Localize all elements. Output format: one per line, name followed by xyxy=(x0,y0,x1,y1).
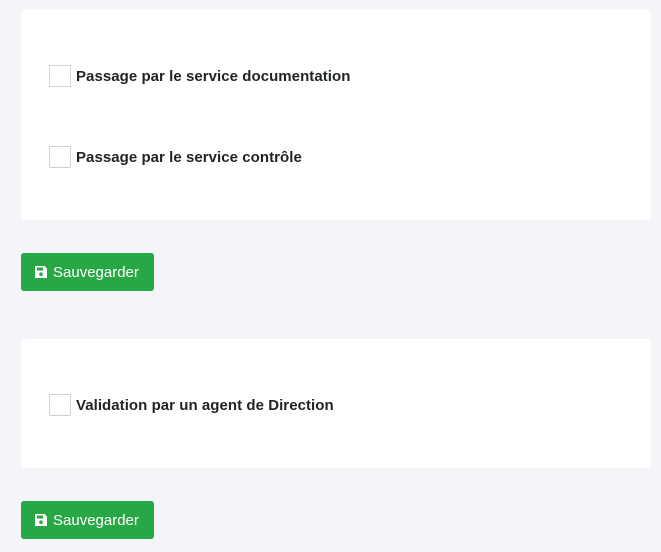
save-button-services[interactable]: Sauvegarder xyxy=(21,253,154,291)
checkbox-documentation[interactable] xyxy=(49,65,71,87)
checkbox-label-direction: Validation par un agent de Direction xyxy=(76,396,334,414)
floppy-disk-icon xyxy=(35,514,47,526)
checkbox-row-direction[interactable]: Validation par un agent de Direction xyxy=(49,394,334,416)
checkbox-row-controle[interactable]: Passage par le service contrôle xyxy=(49,146,302,168)
checkbox-direction[interactable] xyxy=(49,394,71,416)
checkbox-label-documentation: Passage par le service documentation xyxy=(76,67,351,85)
checkbox-row-documentation[interactable]: Passage par le service documentation xyxy=(49,65,350,87)
floppy-disk-icon xyxy=(35,266,47,278)
save-button-label: Sauvegarder xyxy=(53,263,139,281)
checkbox-controle[interactable] xyxy=(49,146,71,168)
save-button-direction[interactable]: Sauvegarder xyxy=(21,501,154,539)
validation-card-direction: Validation par un agent de Direction xyxy=(21,339,651,468)
save-button-label: Sauvegarder xyxy=(53,511,139,529)
checkbox-label-controle: Passage par le service contrôle xyxy=(76,148,302,166)
validation-card-services: Passage par le service documentation Pas… xyxy=(21,10,651,220)
